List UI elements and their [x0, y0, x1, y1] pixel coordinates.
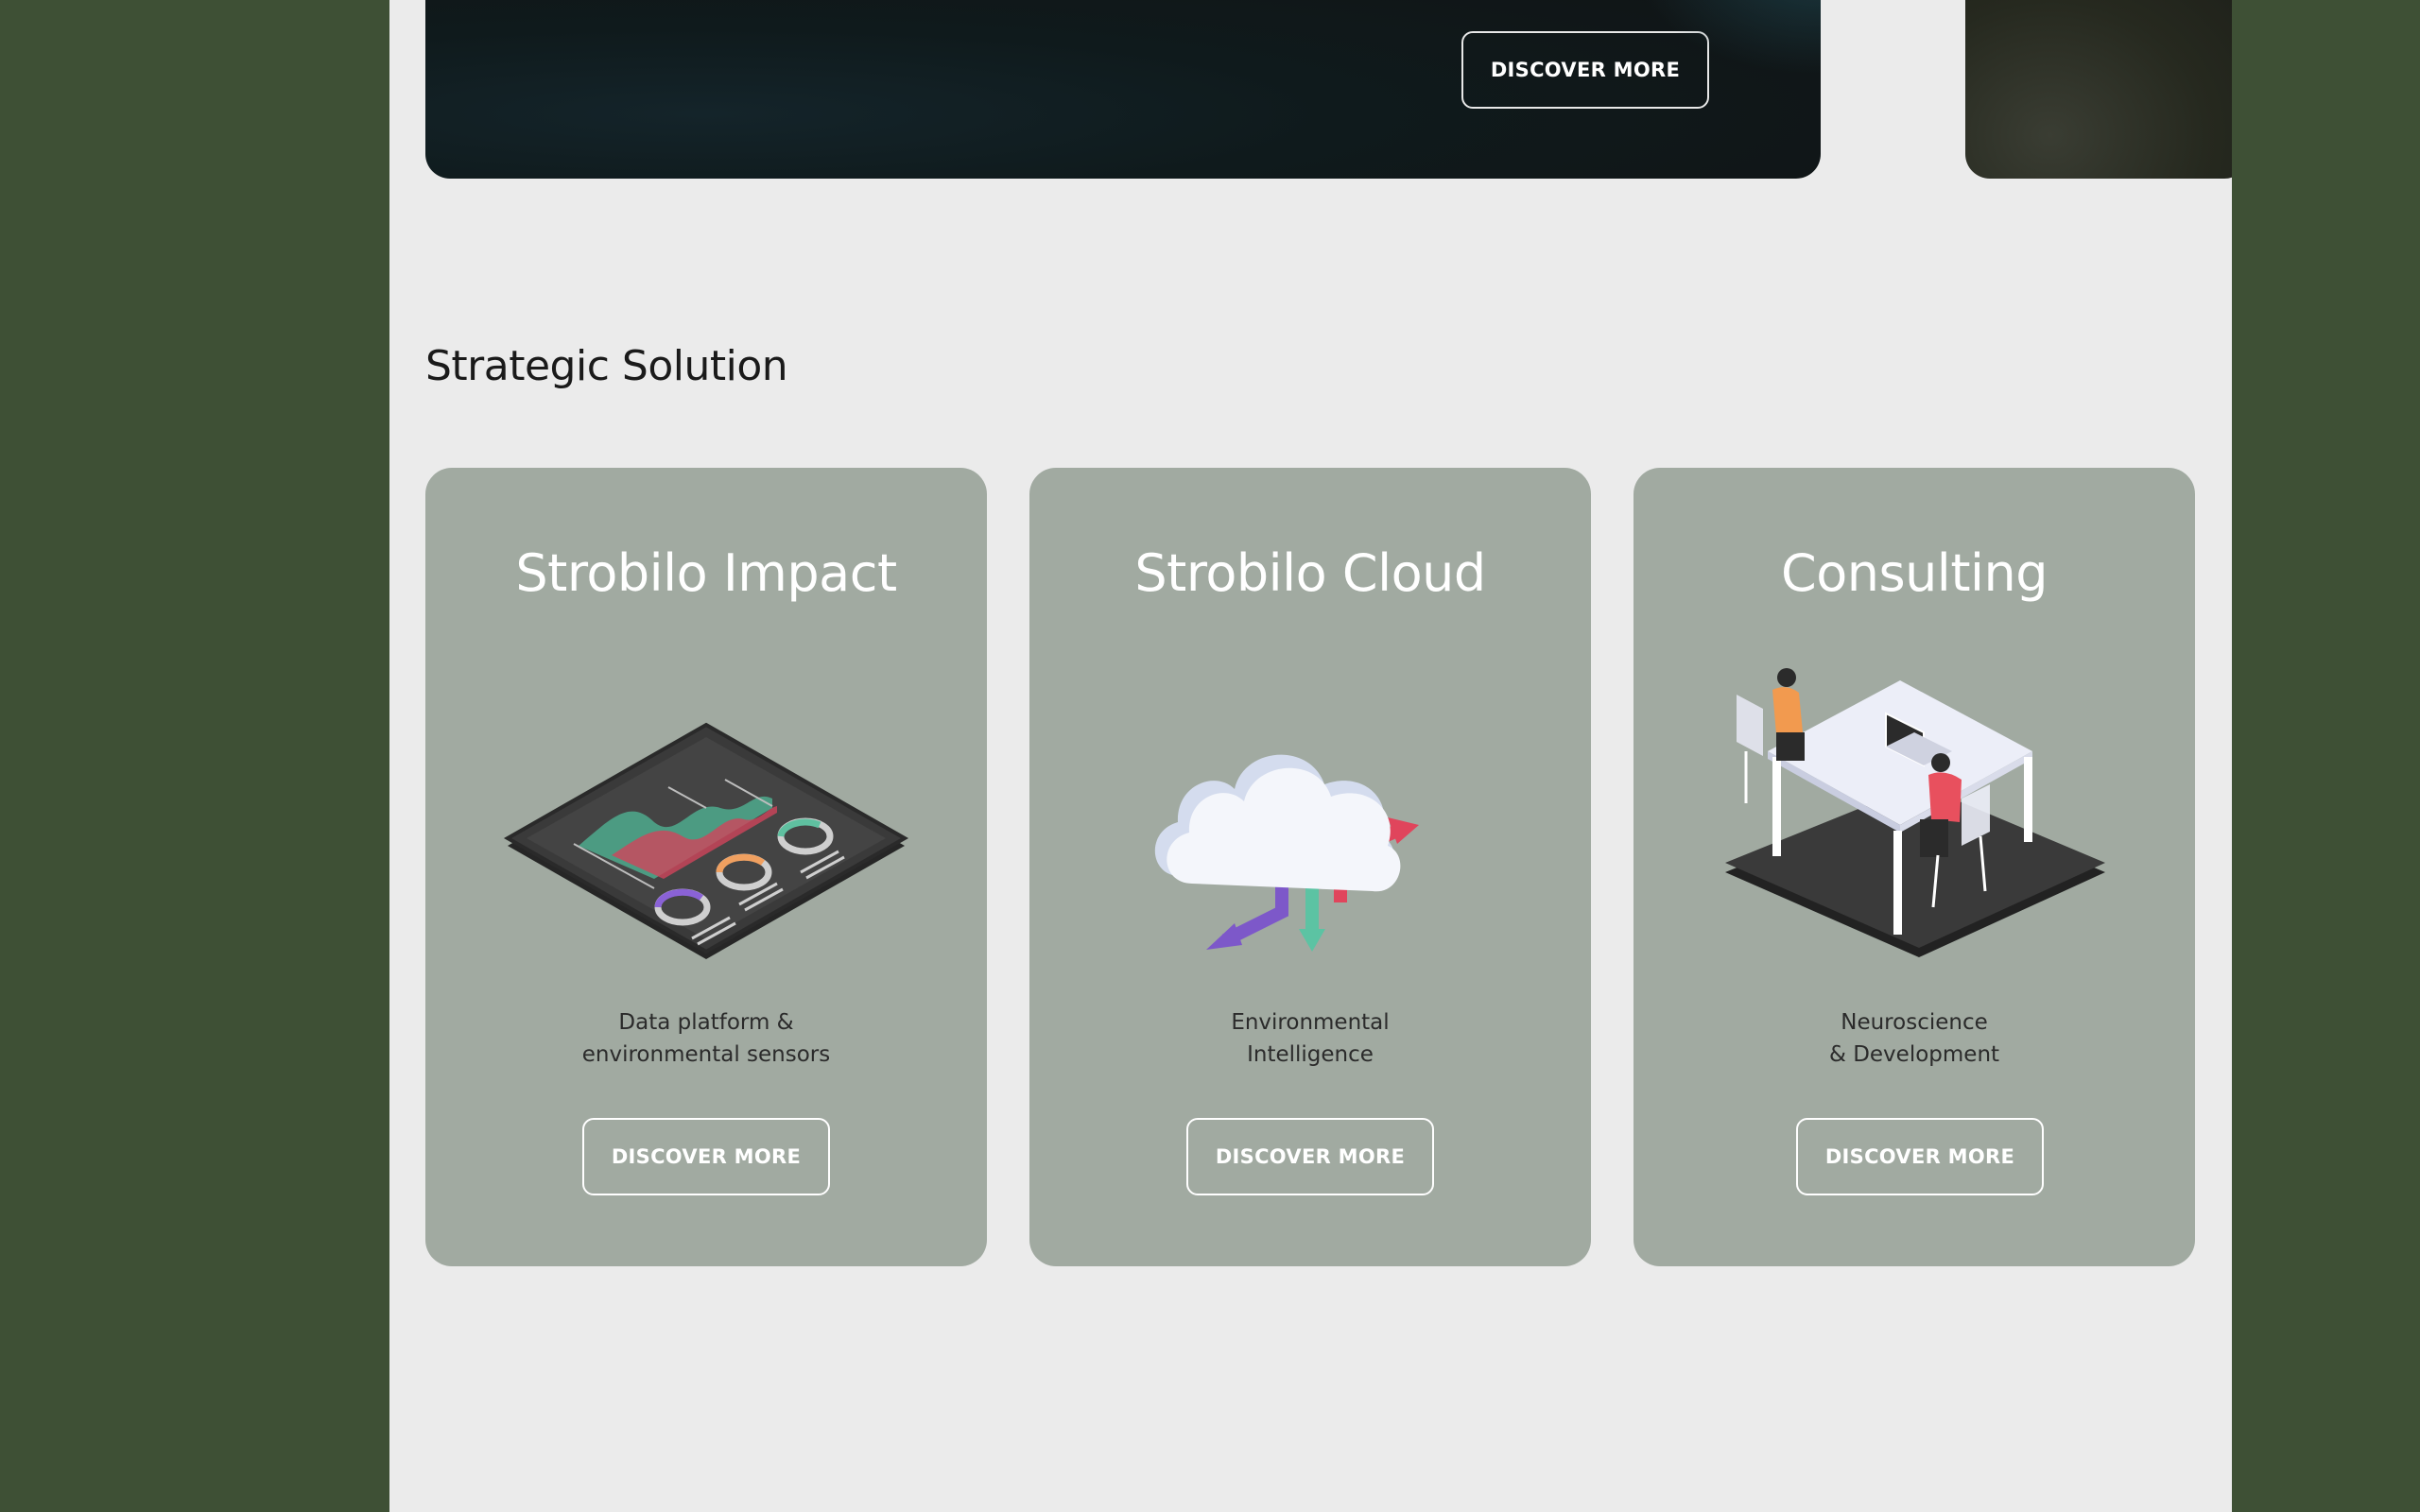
solution-card-impact[interactable]: Strobilo Impact Data platform & environm… — [425, 468, 987, 1266]
meeting-desk-icon — [1725, 668, 2105, 957]
card-title: Strobilo Cloud — [1134, 543, 1486, 603]
section-title: Strategic Solution — [425, 342, 788, 390]
card-description: Environmental Intelligence — [1231, 1010, 1390, 1067]
page-content: DISCOVER MORE Strategic Solution Strobil… — [389, 0, 2232, 1512]
side-banner-image[interactable] — [1965, 0, 2232, 179]
card-description: Data platform & environmental sensors — [581, 1010, 831, 1067]
card-title: Consulting — [1780, 543, 2048, 603]
card-title: Strobilo Impact — [515, 543, 897, 603]
dashboard-tablet-icon — [503, 722, 909, 959]
impact-discover-more-button[interactable]: DISCOVER MORE — [582, 1118, 830, 1195]
cloud-arrows-icon — [1154, 754, 1419, 952]
solution-card-cloud[interactable]: Strobilo Cloud Environmental Intelligenc… — [1029, 468, 1591, 1266]
cloud-discover-more-button[interactable]: DISCOVER MORE — [1186, 1118, 1434, 1195]
hero-banner: DISCOVER MORE — [425, 0, 1821, 179]
consulting-discover-more-button[interactable]: DISCOVER MORE — [1796, 1118, 2044, 1195]
solution-card-consulting[interactable]: Consulting Neuroscience & Development DI… — [1634, 468, 2195, 1266]
hero-discover-more-button[interactable]: DISCOVER MORE — [1461, 31, 1709, 109]
card-description: Neuroscience & Development — [1828, 1010, 2000, 1067]
